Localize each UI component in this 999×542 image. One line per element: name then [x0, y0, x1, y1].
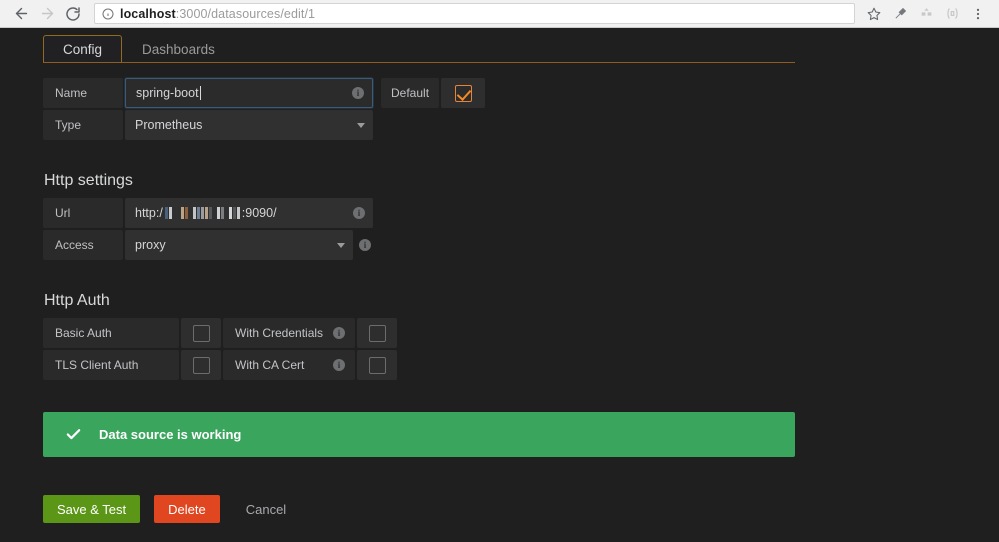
default-checkbox-cell[interactable] [441, 78, 485, 108]
access-info-icon[interactable]: i [359, 239, 371, 251]
browser-tool-icons [861, 1, 991, 27]
tab-dashboards[interactable]: Dashboards [122, 35, 235, 63]
with-ca-cert-info-icon[interactable]: i [333, 359, 345, 371]
with-credentials-checkbox[interactable] [369, 325, 386, 342]
url-row: Url http:/ :9090/ i [43, 198, 999, 228]
with-credentials-label: With Credentials [235, 326, 323, 340]
brackets-extension-icon[interactable] [939, 1, 965, 27]
with-ca-cert-checkbox[interactable] [369, 357, 386, 374]
default-checkbox[interactable] [455, 85, 472, 102]
cancel-button[interactable]: Cancel [234, 495, 298, 523]
address-bar-path: :3000/datasources/edit/1 [176, 7, 315, 21]
access-select[interactable]: proxy [125, 230, 353, 260]
site-info-icon[interactable] [102, 8, 114, 20]
address-bar-host: localhost [120, 7, 176, 21]
tls-client-auth-checkbox-cell[interactable] [181, 350, 221, 380]
extension-icon[interactable] [887, 1, 913, 27]
access-row: Access proxy i [43, 230, 999, 260]
forward-arrow-icon [34, 1, 60, 27]
star-icon[interactable] [861, 1, 887, 27]
name-label: Name [43, 78, 123, 108]
back-arrow-icon[interactable] [8, 1, 34, 27]
datasource-edit-page: Config Dashboards Name spring-boot i Def… [0, 28, 999, 542]
with-credentials-label-wrap: With Credentials i [223, 318, 355, 348]
with-ca-cert-checkbox-cell[interactable] [357, 350, 397, 380]
with-ca-cert-label-wrap: With CA Cert i [223, 350, 355, 380]
puzzle-extension-icon[interactable] [913, 1, 939, 27]
access-label: Access [43, 230, 123, 260]
name-input-value: spring-boot [136, 86, 199, 100]
name-input[interactable]: spring-boot i [125, 78, 373, 108]
with-ca-cert-label: With CA Cert [235, 358, 304, 372]
url-prefix: http:/ [135, 206, 163, 220]
name-info-icon[interactable]: i [352, 87, 364, 99]
url-info-icon[interactable]: i [353, 207, 365, 219]
type-label: Type [43, 110, 123, 140]
status-banner-message: Data source is working [99, 427, 241, 442]
type-select-value: Prometheus [135, 118, 349, 132]
access-chevron-down-icon[interactable] [337, 243, 345, 248]
http-auth-title: Http Auth [44, 292, 999, 310]
basic-auth-checkbox-cell[interactable] [181, 318, 221, 348]
tab-bar: Config Dashboards [0, 28, 999, 62]
address-bar-text: localhost:3000/datasources/edit/1 [120, 7, 315, 21]
delete-button[interactable]: Delete [154, 495, 220, 523]
basic-auth-checkbox[interactable] [193, 325, 210, 342]
basic-auth-label: Basic Auth [43, 318, 179, 348]
type-row: Type Prometheus [43, 110, 999, 140]
tab-config-label: Config [63, 42, 102, 57]
tls-client-auth-label: TLS Client Auth [43, 350, 179, 380]
access-select-value: proxy [135, 238, 329, 252]
tab-dashboards-label: Dashboards [142, 42, 215, 57]
address-bar[interactable]: localhost:3000/datasources/edit/1 [94, 3, 855, 24]
url-input[interactable]: http:/ :9090/ i [125, 198, 373, 228]
check-icon [65, 426, 82, 443]
settings-content: Name spring-boot i Default Type Promethe… [0, 78, 999, 523]
text-cursor [200, 86, 201, 100]
access-info-wrap: i [355, 230, 375, 260]
chevron-down-icon[interactable] [357, 123, 365, 128]
name-row: Name spring-boot i Default [43, 78, 999, 108]
status-banner: Data source is working [43, 412, 795, 457]
redacted-host [165, 207, 240, 220]
url-input-value: http:/ :9090/ [135, 206, 345, 220]
with-credentials-info-icon[interactable]: i [333, 327, 345, 339]
name-input-value-wrap: spring-boot [136, 86, 344, 100]
auth-row-tls: TLS Client Auth With CA Cert i [43, 350, 999, 380]
browser-toolbar: localhost:3000/datasources/edit/1 [0, 0, 999, 28]
tab-underline [43, 62, 795, 63]
tab-config[interactable]: Config [43, 35, 122, 63]
url-label: Url [43, 198, 123, 228]
three-dot-menu-icon[interactable] [965, 1, 991, 27]
http-settings-title: Http settings [44, 172, 999, 190]
with-credentials-checkbox-cell[interactable] [357, 318, 397, 348]
reload-icon[interactable] [60, 1, 86, 27]
tls-client-auth-checkbox[interactable] [193, 357, 210, 374]
action-buttons: Save & Test Delete Cancel [43, 495, 999, 523]
url-suffix: :9090/ [242, 206, 277, 220]
auth-row-basic: Basic Auth With Credentials i [43, 318, 999, 348]
save-and-test-button[interactable]: Save & Test [43, 495, 140, 523]
default-label: Default [381, 78, 439, 108]
type-select[interactable]: Prometheus [125, 110, 373, 140]
